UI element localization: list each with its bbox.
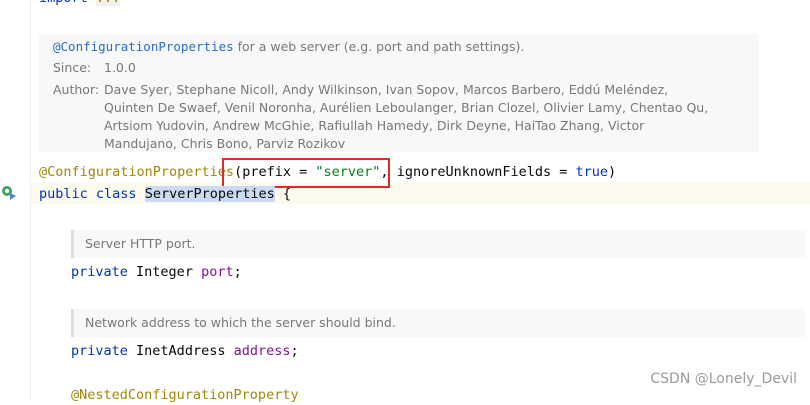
close-paren: ) [608,164,617,180]
field-type[interactable]: Integer [136,264,193,280]
private-modifier: private [71,264,128,280]
semicolon: ; [290,343,299,359]
field-name[interactable]: port [201,264,234,280]
field-doc-comment: Network address to which the server shou… [71,309,806,337]
ignore-unknown-fields-param-name[interactable]: ignoreUnknownFields [397,164,551,180]
javadoc-summary: @ConfigurationProperties for a web serve… [53,37,524,56]
javadoc-author-line: Mandujano, Chris Bono, Parviz Rozikov [104,136,346,151]
public-modifier: public [39,186,88,202]
run-class-icon[interactable] [1,185,17,201]
javadoc-summary-text: for a web server (e.g. port and path set… [233,39,525,54]
javadoc-since-value: 1.0.0 [104,60,136,75]
private-modifier: private [71,343,128,359]
import-keyword: import [39,0,88,6]
javadoc-since-label: Since: [53,60,92,75]
javadoc-author-line: Quinten De Swaef, Venil Noronha, Aurélie… [104,100,709,115]
open-brace: { [282,186,292,202]
javadoc-annotation-link[interactable]: @ConfigurationProperties [53,39,234,54]
field-doc-text: Network address to which the server shou… [85,315,396,330]
folded-imports[interactable]: ... [95,0,121,6]
field-name[interactable]: address [234,343,291,359]
javadoc-author-label: Author: [53,82,100,97]
csdn-watermark: CSDN @Lonely_Devil [650,371,797,387]
field-doc-comment: Server HTTP port. [71,230,806,258]
field-doc-text: Server HTTP port. [85,236,196,251]
field-declaration-line[interactable]: private Integer port; [71,262,242,282]
equals-sign: = [551,164,576,180]
class-keyword: class [95,186,137,202]
semicolon: ; [233,264,242,280]
javadoc-author-line: Dave Syer, Stephane Nicoll, Andy Wilkins… [104,82,669,97]
rendered-javadoc: @ConfigurationProperties for a web serve… [39,34,759,152]
nested-configuration-property-annotation[interactable]: @NestedConfigurationProperty [71,385,299,405]
field-declaration-line[interactable]: private InetAddress address; [71,341,299,361]
ignore-unknown-fields-value[interactable]: true [576,164,609,180]
field-type[interactable]: InetAddress [136,343,225,359]
class-name[interactable]: ServerProperties [144,186,275,202]
configuration-properties-annotation[interactable]: @ConfigurationProperties [39,164,234,180]
class-declaration-line[interactable]: public class ServerProperties { [39,184,291,204]
import-line[interactable]: import ... [39,0,121,8]
javadoc-author-line: Artsiom Yudovin, Andrew McGhie, Rafiulla… [104,118,645,133]
